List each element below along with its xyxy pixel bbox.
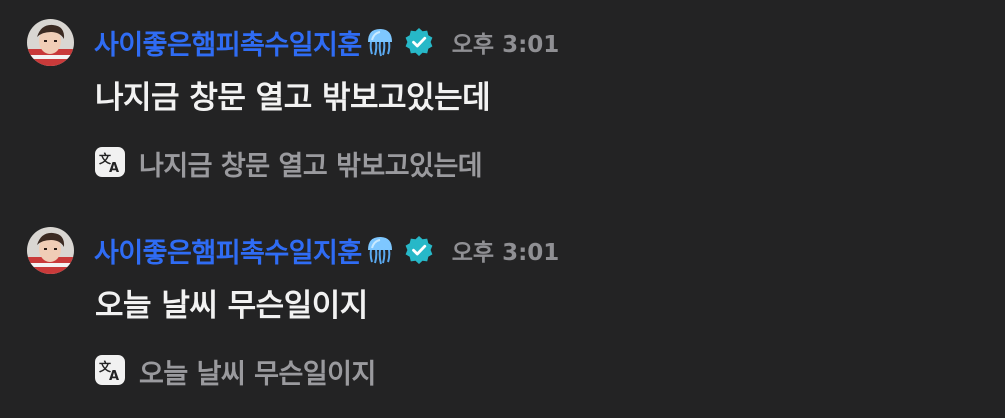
jellyfish-icon [364, 26, 396, 58]
svg-text:A: A [109, 161, 119, 176]
translate-icon[interactable]: 文 A [95, 354, 139, 389]
svg-text:A: A [109, 369, 119, 384]
translation-text: 오늘 날씨 무슨일이지 [139, 359, 376, 390]
timestamp: 오후 3:01 [451, 32, 560, 58]
username[interactable]: 사이좋은햄피촉수일지훈 [94, 23, 362, 62]
translation-text: 나지금 창문 열고 밖보고있는데 [139, 151, 483, 182]
avatar[interactable] [27, 227, 74, 274]
verified-icon [404, 235, 434, 265]
translation-row: 文 A 오늘 날씨 무슨일이지 [95, 352, 376, 391]
avatar[interactable] [27, 19, 74, 66]
verified-icon [404, 27, 434, 57]
message-header: 사이좋은햄피촉수일지훈 오후 3:01 [94, 20, 559, 64]
jellyfish-icon [364, 234, 396, 266]
message-text: 오늘 날씨 무슨일이지 [95, 288, 368, 324]
translate-icon[interactable]: 文 A [95, 146, 139, 181]
translation-row: 文 A 나지금 창문 열고 밖보고있는데 [95, 144, 483, 183]
message-header: 사이좋은햄피촉수일지훈 오후 3:01 [94, 228, 559, 272]
timestamp: 오후 3:01 [451, 240, 560, 266]
username[interactable]: 사이좋은햄피촉수일지훈 [94, 231, 362, 270]
message-text: 나지금 창문 열고 밖보고있는데 [95, 80, 491, 116]
chat-message-list: 사이좋은햄피촉수일지훈 오후 3:01 나지금 창문 열고 밖보고있는데 文 A… [0, 0, 1005, 418]
